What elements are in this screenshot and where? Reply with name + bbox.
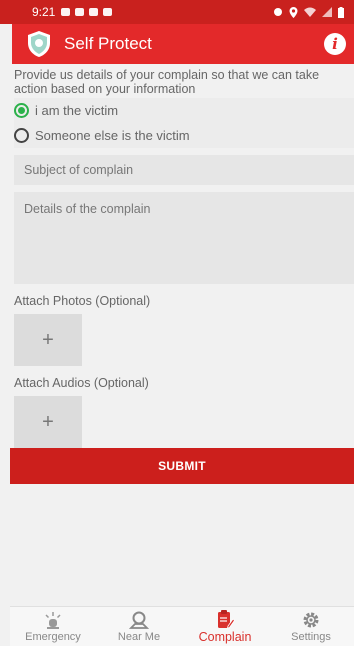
details-textarea[interactable]: Details of the complain [14,192,354,284]
nav-settings[interactable]: Settings [268,607,354,646]
radio-i-am-victim[interactable]: i am the victim [14,98,354,123]
clipboard-edit-icon [218,610,235,629]
add-audio-button[interactable]: + [14,396,82,448]
plus-icon: + [42,410,54,433]
status-system-icons [273,6,344,18]
bottom-navigation: Emergency Near Me Complain Settings [10,606,354,646]
nav-complain[interactable]: Complain [182,607,268,646]
form-description: Provide us details of your complain so t… [14,68,320,96]
radio-unchecked-icon [14,128,29,143]
notification-icon [61,8,71,16]
status-bar: 9:21 [0,0,354,24]
radio-someone-else-victim[interactable]: Someone else is the victim [14,123,354,148]
radio-checked-icon [14,103,29,118]
nav-label: Near Me [117,631,161,643]
alarm-icon [274,8,282,16]
shield-logo-icon [28,31,50,57]
app-title: Self Protect [64,34,152,53]
complain-form: Provide us details of your complain so t… [14,64,354,448]
location-icon [289,6,298,18]
submit-button[interactable]: SUBMIT [10,448,354,484]
info-icon[interactable]: i [324,33,346,55]
nav-near-me[interactable]: Near Me [96,607,182,646]
battery-icon [338,6,344,18]
nav-label: Emergency [25,631,81,643]
nav-label: Complain [198,630,252,644]
signal-icon [322,7,332,17]
nav-label: Settings [291,631,331,643]
gear-icon [303,612,319,628]
siren-icon [45,612,61,629]
add-photo-button[interactable]: + [14,314,82,366]
attach-audios-label: Attach Audios (Optional) [14,376,149,390]
radio-label: Someone else is the victim [35,128,190,143]
notification-icon [103,8,113,16]
plus-icon: + [42,328,54,351]
notification-icon [89,8,99,16]
subject-input[interactable]: Subject of complain [14,155,354,185]
status-time: 9:21 [32,5,56,19]
radio-label: i am the victim [35,103,119,118]
status-notification-icons [61,8,113,16]
map-pin-icon [129,611,149,629]
nav-emergency[interactable]: Emergency [10,607,96,646]
notification-icon [75,8,85,16]
attach-photos-label: Attach Photos (Optional) [14,294,151,308]
app-bar: Self Protect i [12,24,354,64]
wifi-icon [304,7,316,17]
victim-radio-group: i am the victim Someone else is the vict… [14,98,354,148]
